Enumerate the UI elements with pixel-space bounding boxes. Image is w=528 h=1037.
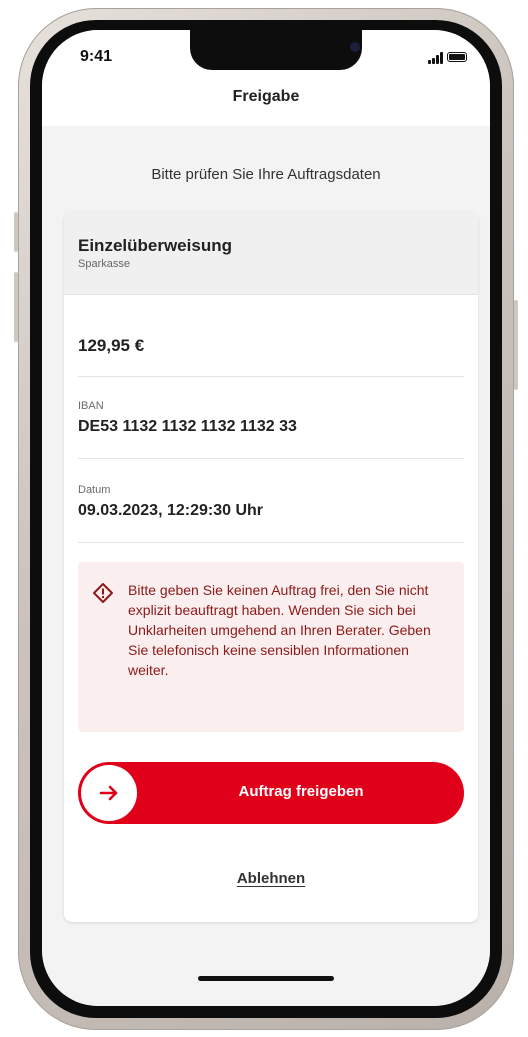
arrow-right-icon [99, 785, 118, 801]
divider [78, 458, 464, 459]
reject-link[interactable]: Ablehnen [64, 870, 478, 887]
battery-icon [447, 52, 467, 62]
iban-value: DE53 1132 1132 1132 1132 33 [78, 418, 297, 435]
status-time: 9:41 [80, 48, 113, 65]
order-card: Einzelüberweisung Sparkasse 129,95 € IBA… [64, 212, 478, 922]
order-amount: 129,95 € [78, 336, 145, 355]
divider [78, 376, 464, 377]
home-indicator[interactable] [198, 976, 334, 981]
date-label: Datum [78, 484, 111, 496]
signal-icon [428, 52, 444, 64]
phone-screen: 9:41 Freigabe Bitte prüfen Sie Ihre Auft… [42, 30, 490, 1006]
approve-order-button[interactable]: Auftrag freigeben [78, 762, 464, 824]
order-type: Einzelüberweisung [78, 236, 232, 255]
notch [190, 30, 362, 70]
warning-text: Bitte geben Sie keinen Auftrag frei, den… [128, 582, 431, 678]
camera-icon [350, 42, 360, 52]
side-button-left [14, 212, 18, 252]
order-card-header: Einzelüberweisung Sparkasse [64, 212, 478, 295]
side-button-left-2 [14, 272, 18, 342]
approve-button-label: Auftrag freigeben [238, 783, 364, 800]
warning-box: Bitte geben Sie keinen Auftrag frei, den… [78, 562, 464, 732]
divider [78, 542, 464, 543]
page-title: Freigabe [232, 88, 300, 105]
slide-handle[interactable] [81, 765, 137, 821]
iban-label: IBAN [78, 400, 104, 412]
warning-diamond-icon [93, 583, 113, 603]
order-bank: Sparkasse [78, 258, 130, 270]
date-value: 09.03.2023, 12:29:30 Uhr [78, 502, 264, 519]
page-subtitle: Bitte prüfen Sie Ihre Auftragsdaten [151, 166, 381, 183]
app-header: 9:41 Freigabe [42, 30, 490, 126]
main-content: Bitte prüfen Sie Ihre Auftragsdaten Einz… [42, 126, 490, 1006]
side-button-right [514, 300, 518, 390]
